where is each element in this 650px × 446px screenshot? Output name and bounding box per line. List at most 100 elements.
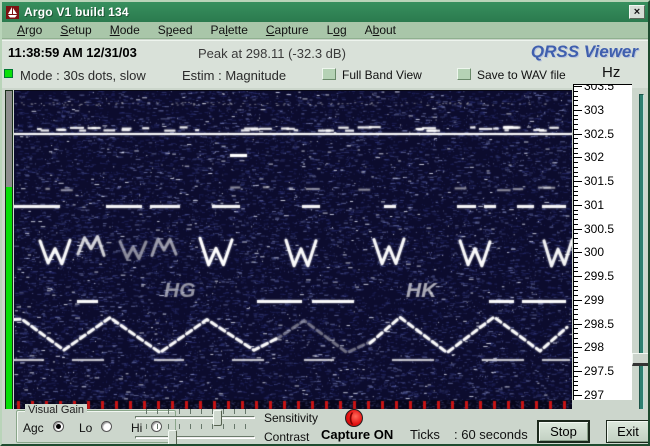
scale-tick [574, 233, 578, 235]
scale-tick [574, 342, 578, 344]
exit-button[interactable]: Exit [606, 420, 648, 443]
control-panel: Visual Gain Agc Lo Hi Sensitivity Contra… [2, 404, 648, 444]
menu-bar: Argo Setup Mode Speed Palette Capture Log About [2, 22, 648, 39]
menu-item-speed[interactable]: Speed [149, 23, 202, 37]
scale-tick [574, 166, 578, 168]
scale-tick [574, 266, 578, 268]
capture-light-glyph: ( [349, 410, 354, 425]
full-band-view-checkbox[interactable] [322, 68, 336, 80]
sensitivity-slider-track[interactable] [135, 416, 255, 419]
scale-tick [574, 314, 578, 315]
sensitivity-ticks [136, 409, 256, 414]
waterfall-spectrogram[interactable] [14, 90, 572, 410]
scale-tick [574, 252, 582, 254]
ticks-value: : 60 seconds [454, 427, 528, 442]
save-to-wav-checkbox[interactable] [457, 68, 471, 80]
scale-tick [574, 185, 578, 187]
scale-label: 298.5 [584, 316, 615, 331]
scale-tick [574, 257, 578, 258]
scale-tick [574, 356, 578, 358]
scale-tick [574, 176, 578, 178]
scale-tick [574, 347, 582, 349]
scale-tick [574, 157, 582, 159]
visual-gain-label: Visual Gain [25, 404, 88, 416]
scale-label: 302.5 [584, 126, 615, 141]
capture-indicator-light: ( [345, 409, 363, 427]
scale-tick [574, 285, 578, 287]
scale-label: 302 [584, 150, 605, 165]
scale-label: 303 [584, 102, 605, 117]
peak-readout: Peak at 298.11 (-32.3 dB) [198, 46, 346, 61]
scale-label: 297.5 [584, 364, 615, 378]
menu-item-palette[interactable]: Palette [202, 23, 257, 37]
scale-label: 300.5 [584, 221, 615, 236]
signal-level-meter [5, 90, 13, 416]
between-ticks [136, 424, 256, 429]
scale-tick [574, 204, 582, 206]
scale-tick [574, 299, 582, 301]
scale-tick [574, 100, 578, 102]
frequency-slider-track[interactable] [639, 94, 644, 418]
window-title: Argo V1 build 134 [24, 5, 129, 19]
menu-item-argo[interactable]: Argo [8, 23, 51, 37]
scale-tick [574, 337, 578, 339]
contrast-slider-track[interactable] [135, 436, 255, 439]
scale-tick [574, 128, 578, 130]
hz-unit-label: Hz [602, 64, 621, 81]
scale-tick [574, 200, 578, 201]
scale-tick [574, 371, 582, 372]
scale-tick [574, 242, 578, 244]
scale-tick [574, 95, 578, 97]
scale-label: 300 [584, 245, 605, 260]
frequency-slider-thumb[interactable] [632, 353, 648, 366]
scale-tick [574, 238, 578, 239]
scale-tick [574, 366, 578, 368]
scale-tick [574, 385, 578, 387]
contrast-slider-thumb[interactable] [168, 430, 177, 444]
scale-tick [574, 119, 578, 121]
title-bar: Argo V1 build 134 × [2, 2, 648, 22]
stop-button[interactable]: Stop [537, 420, 590, 443]
menu-item-log[interactable]: Log [318, 23, 356, 37]
scale-tick [574, 280, 578, 282]
scale-tick [574, 247, 578, 249]
scale-label: 299 [584, 292, 605, 307]
scale-tick [574, 171, 578, 173]
scale-tick [574, 318, 578, 320]
agc-radio[interactable] [53, 421, 64, 432]
scale-label: 297 [584, 387, 605, 400]
scale-label: 298 [584, 340, 605, 355]
full-band-view-label: Full Band View [342, 68, 422, 82]
estim-label: Estim : Magnitude [182, 68, 287, 83]
scale-tick [574, 90, 578, 92]
scale-tick [574, 105, 578, 106]
scale-label: 301.5 [584, 174, 615, 188]
scale-tick [574, 380, 578, 382]
ticks-label: Ticks [410, 427, 440, 442]
scale-tick [574, 328, 578, 330]
scale-tick [574, 152, 578, 154]
menu-item-setup[interactable]: Setup [51, 23, 100, 37]
close-button[interactable]: × [629, 5, 645, 19]
contrast-label: Contrast [264, 430, 310, 444]
menu-item-mode[interactable]: Mode [101, 23, 149, 37]
lo-radio[interactable] [101, 421, 112, 432]
scale-tick [574, 309, 578, 311]
clock-datetime: 11:38:59 AM 12/31/03 [8, 45, 137, 60]
scale-tick [574, 124, 578, 125]
scale-tick [574, 195, 578, 197]
menu-item-capture[interactable]: Capture [257, 23, 318, 37]
frequency-scale: 303.5 303 302.5 302 301.5 301 300.5 300 299.5 299… [573, 84, 632, 400]
save-to-wav-label: Save to WAV file [477, 68, 566, 82]
scale-tick [574, 295, 578, 296]
scale-tick [574, 261, 578, 263]
scale-tick [574, 276, 582, 277]
status-row: 11:38:59 AM 12/31/03 Peak at 298.11 (-32… [2, 40, 648, 62]
scale-tick [574, 333, 578, 334]
scale-label: 299.5 [584, 269, 615, 283]
scale-tick [574, 214, 578, 216]
settings-row: Mode : 30s dots, slow Estim : Magnitude … [2, 62, 648, 88]
sensitivity-label: Sensitivity [264, 411, 319, 425]
menu-item-about[interactable]: About [356, 23, 405, 37]
scale-tick [574, 228, 582, 230]
